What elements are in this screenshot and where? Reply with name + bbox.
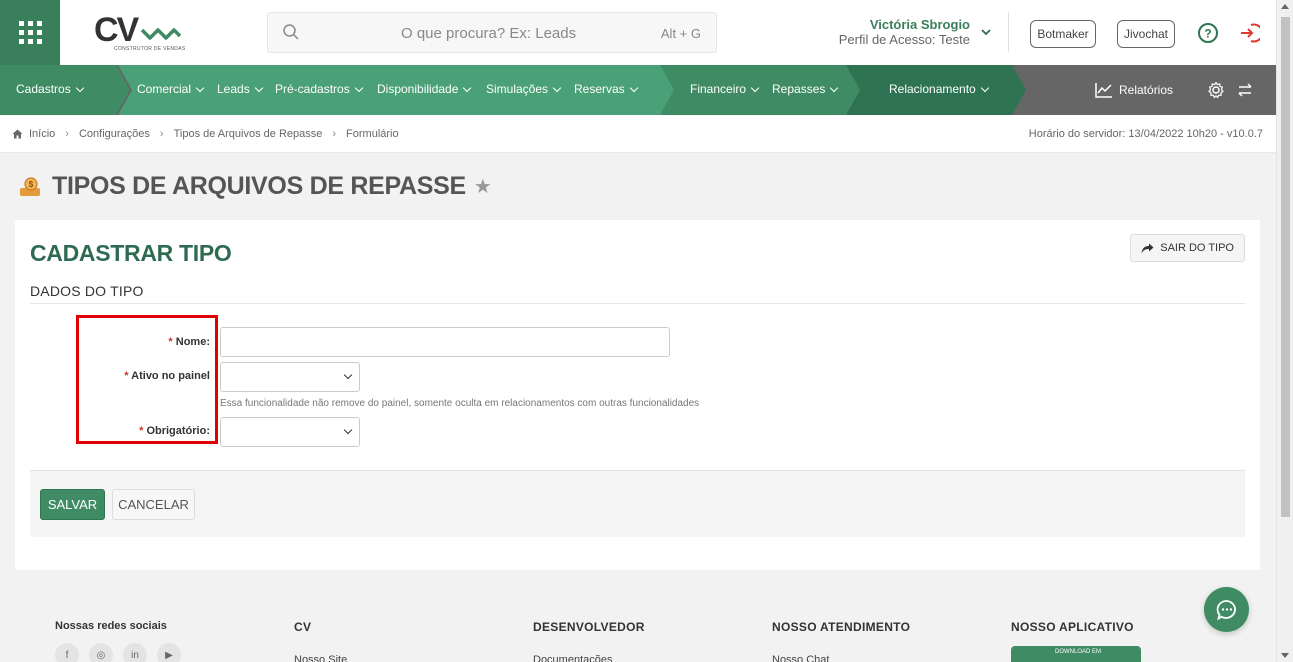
- footer-support-link[interactable]: Nosso Chat: [772, 654, 829, 662]
- main-nav: Cadastros Comercial Leads Pré-cadastros …: [0, 65, 1276, 115]
- logo-wave-icon: [140, 28, 182, 40]
- instagram-icon[interactable]: ◎: [89, 643, 113, 662]
- chevron-down-icon: [354, 83, 363, 92]
- facebook-icon[interactable]: f: [55, 643, 79, 662]
- logo-tagline: CONSTRUTOR DE VENDAS: [114, 46, 186, 52]
- scroll-down-icon[interactable]: [1281, 653, 1289, 658]
- nav-item-leads[interactable]: Leads: [217, 82, 263, 96]
- store-badge[interactable]: DOWNLOAD EM: [1011, 646, 1141, 662]
- gear-icon[interactable]: [1207, 81, 1225, 99]
- page-title: TIPOS DE ARQUIVOS DE REPASSE: [52, 172, 466, 200]
- page-scrollbar[interactable]: [1276, 0, 1293, 662]
- exit-button[interactable]: SAIR DO TIPO: [1130, 234, 1245, 262]
- star-icon[interactable]: ★: [474, 174, 492, 199]
- global-search[interactable]: O que procura? Ex: Leads Alt + G: [267, 12, 717, 53]
- scroll-thumb[interactable]: [1281, 17, 1290, 517]
- chevron-down-icon: [830, 83, 839, 92]
- nav-item-financeiro[interactable]: Financeiro: [690, 82, 760, 96]
- footer-cv-link[interactable]: Nosso Site: [294, 654, 347, 662]
- form-title: CADASTRAR TIPO: [30, 240, 232, 266]
- server-time: Horário do servidor: 13/04/2022 10h20 - …: [1028, 128, 1263, 140]
- header-divider: [1008, 12, 1009, 52]
- footer: Nossas redes sociais f ◎ in ▶ CV Nosso S…: [0, 600, 1276, 662]
- botmaker-button[interactable]: Botmaker: [1030, 20, 1096, 48]
- nome-input[interactable]: [220, 327, 670, 357]
- search-input[interactable]: O que procura? Ex: Leads: [401, 25, 576, 42]
- chevron-down-icon: [75, 83, 84, 92]
- svg-text:$: $: [29, 180, 34, 189]
- svg-text:?: ?: [1204, 27, 1211, 41]
- chevron-down-icon: [463, 83, 472, 92]
- chevron-down-icon: [750, 83, 760, 92]
- swap-icon[interactable]: [1237, 82, 1253, 98]
- obrigatorio-select[interactable]: [220, 417, 360, 447]
- chevron-down-icon: [980, 83, 989, 92]
- nav-item-relatorios[interactable]: Relatórios: [1095, 82, 1173, 98]
- chevron-down-icon: [195, 83, 205, 92]
- chevron-down-icon: [254, 83, 263, 92]
- logo-text: CV: [94, 11, 139, 49]
- footer-support-title: NOSSO ATENDIMENTO: [772, 620, 911, 634]
- chat-button[interactable]: [1204, 587, 1249, 632]
- nav-item-pre-cadastros[interactable]: Pré-cadastros: [275, 82, 363, 96]
- save-button[interactable]: SALVAR: [40, 489, 105, 520]
- breadcrumb-item[interactable]: Tipos de Arquivos de Repasse: [174, 128, 323, 140]
- scroll-up-icon[interactable]: [1281, 4, 1289, 9]
- nav-item-disponibilidade[interactable]: Disponibilidade: [377, 82, 472, 96]
- form-actions: SALVAR CANCELAR: [30, 470, 1245, 537]
- share-arrow-icon: [1141, 243, 1154, 253]
- page-header: $ TIPOS DE ARQUIVOS DE REPASSE ★: [18, 172, 492, 201]
- nav-item-repasses[interactable]: Repasses: [772, 82, 839, 96]
- exit-button-label: SAIR DO TIPO: [1160, 242, 1234, 254]
- search-icon: [283, 24, 299, 40]
- chevron-down-icon: [343, 425, 353, 435]
- section-divider: [30, 303, 1245, 304]
- cancel-button[interactable]: CANCELAR: [112, 489, 195, 520]
- footer-dev-link[interactable]: Documentações: [533, 654, 613, 662]
- chevron-right-icon: ›: [65, 128, 69, 140]
- user-menu[interactable]: Victória Sbrogio Perfil de Acesso: Teste: [839, 17, 970, 48]
- logo[interactable]: CV CONSTRUTOR DE VENDAS: [94, 12, 186, 54]
- repasse-icon: $: [20, 176, 40, 196]
- nav-item-relacionamento[interactable]: Relacionamento: [889, 82, 989, 96]
- highlight-box: [76, 315, 218, 444]
- chevron-down-icon[interactable]: [980, 27, 992, 37]
- chevron-down-icon: [343, 370, 353, 380]
- help-icon[interactable]: ?: [1197, 22, 1219, 44]
- chart-line-icon: [1095, 83, 1112, 98]
- chevron-down-icon: [552, 83, 562, 92]
- linkedin-icon[interactable]: in: [123, 643, 147, 662]
- nav-item-cadastros[interactable]: Cadastros: [16, 82, 84, 96]
- ativo-select[interactable]: [220, 362, 360, 392]
- breadcrumb: Início › Configurações › Tipos de Arquiv…: [0, 115, 1276, 153]
- footer-cv-title: CV: [294, 620, 312, 634]
- chevron-right-icon: ›: [332, 128, 337, 140]
- logout-icon[interactable]: [1238, 22, 1260, 44]
- apps-grid-icon[interactable]: [0, 0, 60, 65]
- form-card: CADASTRAR TIPO SAIR DO TIPO DADOS DO TIP…: [15, 220, 1260, 570]
- chat-bubble-icon: [1216, 599, 1236, 620]
- user-role: Perfil de Acesso: Teste: [838, 32, 970, 47]
- footer-social-title: Nossas redes sociais: [55, 620, 167, 632]
- ativo-help-text: Essa funcionalidade não remove do painel…: [220, 398, 700, 409]
- jivochat-button[interactable]: Jivochat: [1117, 20, 1175, 48]
- footer-dev-title: DESENVOLVEDOR: [533, 620, 645, 634]
- chevron-right-icon: ›: [159, 128, 164, 140]
- nav-item-comercial[interactable]: Comercial: [137, 82, 205, 96]
- breadcrumb-item[interactable]: Início: [29, 128, 55, 140]
- search-shortcut: Alt + G: [660, 26, 701, 41]
- top-header: CV CONSTRUTOR DE VENDAS O que procura? E…: [0, 0, 1276, 65]
- nav-item-reservas[interactable]: Reservas: [574, 82, 638, 96]
- breadcrumb-item[interactable]: Configurações: [79, 128, 150, 140]
- chevron-down-icon: [629, 83, 638, 92]
- youtube-icon[interactable]: ▶: [157, 643, 181, 662]
- user-name: Victória Sbrogio: [869, 17, 970, 32]
- home-icon[interactable]: [12, 129, 23, 139]
- social-links: f ◎ in ▶: [55, 643, 181, 662]
- breadcrumb-item: Formulário: [346, 128, 399, 140]
- nav-item-simulacoes[interactable]: Simulações: [486, 82, 562, 96]
- footer-app-title: NOSSO APLICATIVO: [1011, 620, 1134, 634]
- section-title: DADOS DO TIPO: [30, 283, 144, 299]
